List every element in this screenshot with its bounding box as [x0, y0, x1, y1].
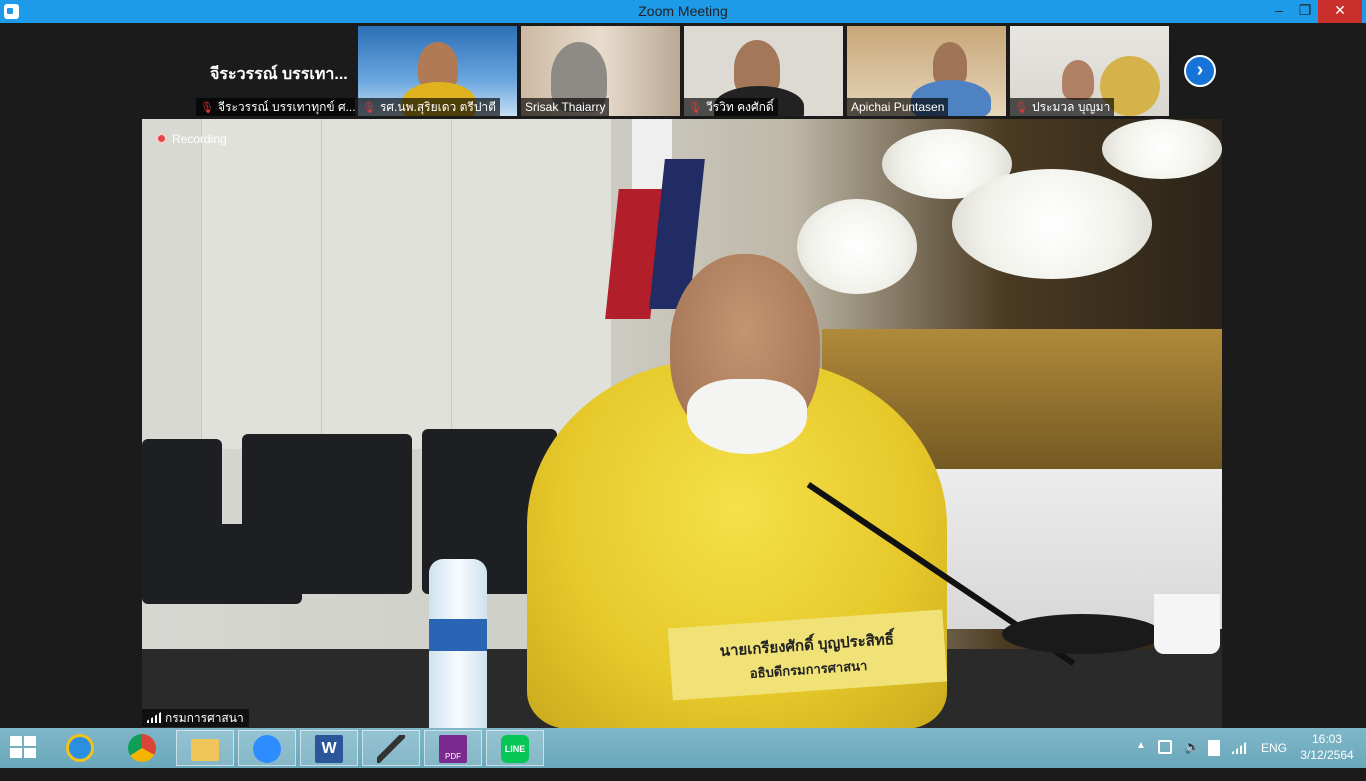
participant-video-person	[1062, 60, 1094, 100]
language-indicator[interactable]: ENG	[1261, 741, 1287, 781]
muted-mic-icon: 🎙	[688, 102, 702, 114]
speaker-name-label: กรมการศาสนา	[142, 709, 249, 727]
clock[interactable]: 16:03 3/12/2564	[1296, 731, 1358, 763]
participant-tile[interactable]: จีระวรรณ์ บรรเทา... 🎙 จีระวรรณ์ บรรเทาทุก…	[196, 26, 355, 116]
wall-panel	[452, 119, 612, 449]
participant-label: 🎙 ประมวล บุญมา	[1010, 98, 1115, 116]
window-titlebar: Zoom Meeting – ❐ ✕	[0, 0, 1366, 23]
water-bottle-label	[429, 619, 487, 651]
folder-icon	[191, 739, 219, 761]
participant-label: Apichai Puntasen	[847, 98, 949, 116]
cup	[1154, 594, 1220, 654]
wall-panel	[202, 119, 322, 449]
line-icon: LINE	[501, 735, 529, 763]
microphone-base	[1002, 614, 1162, 654]
zoom-icon	[253, 735, 281, 763]
participant-tile[interactable]: 🎙 วีรวิท คงศักดิ์	[684, 26, 843, 116]
connection-signal-icon	[147, 712, 161, 723]
main-speaker-video[interactable]: นายเกรียงศักดิ์ บุญประสิทธิ์ อธิบดีกรมกา…	[142, 119, 1222, 728]
wall-panel	[322, 119, 452, 449]
participant-label: 🎙 รศ.นพ.สุริยเดว ตรีปาตี	[358, 98, 500, 116]
participant-tile[interactable]: 🎙 ประมวล บุญมา	[1010, 26, 1169, 116]
taskbar-pdf[interactable]: PDF	[424, 730, 482, 766]
taskbar-microphone-app[interactable]	[362, 730, 420, 766]
participant-label: 🎙 จีระวรรณ์ บรรเทาทุกข์ ศ...	[196, 98, 355, 116]
participant-label: 🎙 วีรวิท คงศักดิ์	[684, 98, 778, 116]
participant-tile[interactable]: 🎙 รศ.นพ.สุริยเดว ตรีปาตี	[358, 26, 517, 116]
window-title: Zoom Meeting	[638, 3, 728, 19]
muted-mic-icon: 🎙	[362, 102, 376, 114]
chevron-right-icon[interactable]: ›	[1184, 55, 1216, 87]
flower-arrangement	[1102, 119, 1222, 179]
taskbar-file-explorer[interactable]	[176, 730, 234, 766]
internet-explorer-icon	[66, 734, 94, 762]
taskbar-zoom[interactable]	[238, 730, 296, 766]
face-mask	[687, 379, 807, 454]
taskbar-chrome[interactable]	[114, 730, 172, 766]
network-error-icon[interactable]	[1208, 740, 1220, 756]
wall-panel	[142, 119, 202, 449]
participant-tile[interactable]: Srisak Thaiarry	[521, 26, 680, 116]
muted-mic-icon: 🎙	[200, 102, 214, 114]
flower-arrangement	[952, 169, 1152, 279]
taskbar-line[interactable]: LINE	[486, 730, 544, 766]
windows-start-icon[interactable]	[10, 736, 38, 760]
battery-icon[interactable]	[1158, 740, 1172, 754]
chrome-icon	[128, 734, 156, 762]
clock-date: 3/12/2564	[1300, 748, 1354, 762]
meeting-stage: จีระวรรณ์ บรรเทา... 🎙 จีระวรรณ์ บรรเทาทุก…	[0, 23, 1366, 728]
volume-icon[interactable]: 🔈	[1184, 739, 1200, 779]
recording-indicator[interactable]: Recording	[156, 132, 227, 146]
show-hidden-icons-icon[interactable]: ▲	[1136, 740, 1146, 780]
windows-taskbar: W PDF LINE ▲ 🔈 ENG 16:03 3/12/2564	[0, 728, 1366, 768]
chair	[142, 524, 302, 604]
participant-display-name: จีระวรรณ์ บรรเทา...	[210, 66, 348, 83]
maximize-button[interactable]: ❐	[1290, 0, 1320, 23]
word-icon: W	[315, 735, 343, 763]
record-icon	[156, 133, 167, 144]
pdf-icon: PDF	[439, 735, 467, 763]
clock-time: 16:03	[1311, 732, 1343, 746]
microphone-icon	[377, 735, 405, 763]
muted-mic-icon: 🎙	[1014, 102, 1028, 114]
participant-label: Srisak Thaiarry	[521, 98, 610, 116]
wifi-signal-icon[interactable]	[1232, 742, 1246, 754]
taskbar-internet-explorer[interactable]	[52, 730, 110, 766]
participant-tile[interactable]: Apichai Puntasen	[847, 26, 1006, 116]
close-button[interactable]: ✕	[1318, 0, 1362, 23]
taskbar-word[interactable]: W	[300, 730, 358, 766]
flower-arrangement	[797, 199, 917, 294]
